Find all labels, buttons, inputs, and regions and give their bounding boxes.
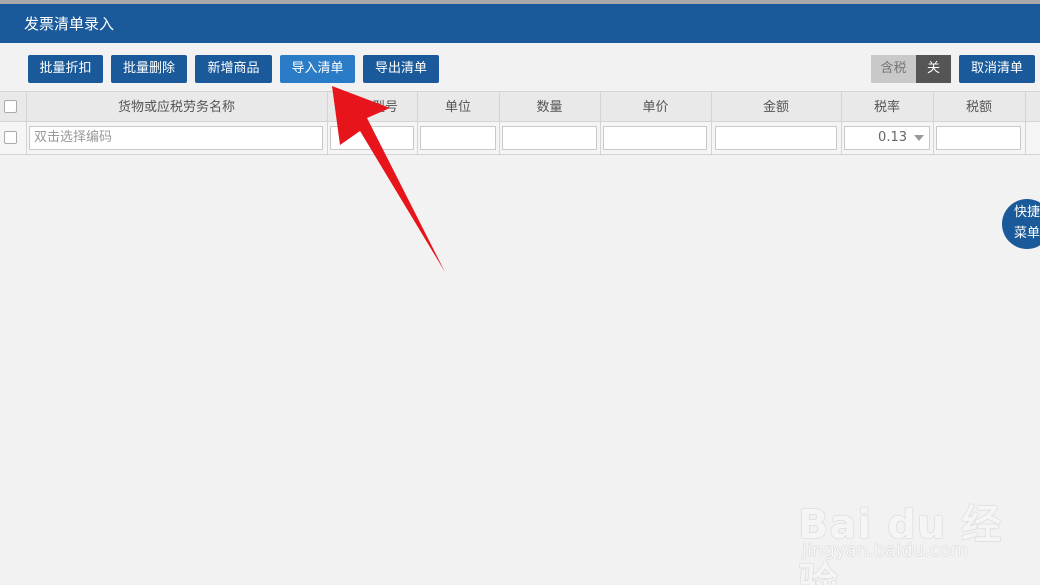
watermark: Bai du 经验 jingyan.baidu.com [796, 474, 1026, 585]
tax-amount-input[interactable] [936, 126, 1021, 150]
amount-input[interactable] [715, 126, 837, 150]
spec-input[interactable] [330, 126, 414, 150]
col-divider [499, 91, 500, 155]
col-header-name: 货物或应税劳务名称 [117, 100, 235, 115]
table-header-row: 货物或应税劳务名称 规格型号 单位 数量 单价 金额 税率 税额 [0, 91, 1040, 122]
col-divider [417, 91, 418, 155]
dialog-title: 发票清单录入 [24, 15, 115, 33]
unit-input[interactable] [420, 126, 496, 150]
tax-included-off[interactable]: 关 [916, 55, 951, 83]
col-header-quantity: 数量 [536, 100, 563, 115]
col-header-amount: 金额 [762, 100, 789, 115]
tax-included-label[interactable]: 含税 [871, 55, 916, 83]
col-divider [1025, 91, 1026, 155]
col-header-tax-rate: 税率 [873, 100, 900, 115]
col-header-tax-amount: 税额 [965, 100, 992, 115]
unit-price-input[interactable] [603, 126, 707, 150]
col-header-unit: 单位 [444, 100, 471, 115]
watermark-logo: Bai du 经验 [798, 502, 1003, 585]
col-divider [600, 91, 601, 155]
watermark-url: jingyan.baidu.com [802, 540, 969, 561]
batch-delete-button[interactable]: 批量删除 [111, 55, 187, 83]
quick-menu-label-1: 快捷 [1014, 205, 1040, 220]
batch-discount-button[interactable]: 批量折扣 [28, 55, 103, 83]
col-divider [711, 91, 712, 155]
cancel-list-button[interactable]: 取消清单 [959, 55, 1035, 83]
invoice-items-table: 货物或应税劳务名称 规格型号 单位 数量 单价 金额 税率 税额 双击选择编码 … [0, 91, 1040, 155]
col-divider [26, 91, 27, 155]
dialog-title-bar: 发票清单录入 [0, 4, 1040, 43]
col-header-spec: 规格型号 [345, 100, 398, 115]
quick-menu-button[interactable]: 快捷 菜单 [1002, 199, 1040, 249]
export-list-button[interactable]: 导出清单 [363, 55, 439, 83]
import-list-button[interactable]: 导入清单 [280, 55, 355, 83]
dropdown-arrow-icon[interactable] [914, 135, 924, 141]
col-divider [841, 91, 842, 155]
quantity-input[interactable] [502, 126, 597, 150]
row-checkbox-icon[interactable] [4, 131, 17, 144]
add-goods-button[interactable]: 新增商品 [195, 55, 272, 83]
col-divider [933, 91, 934, 155]
col-header-unit-price: 单价 [642, 100, 669, 115]
goods-name-input[interactable]: 双击选择编码 [29, 126, 323, 150]
tax-included-toggle[interactable]: 含税 关 [871, 55, 951, 83]
col-divider [327, 91, 328, 155]
select-all-checkbox-icon[interactable] [4, 100, 17, 113]
quick-menu-label-2: 菜单 [1014, 226, 1040, 241]
